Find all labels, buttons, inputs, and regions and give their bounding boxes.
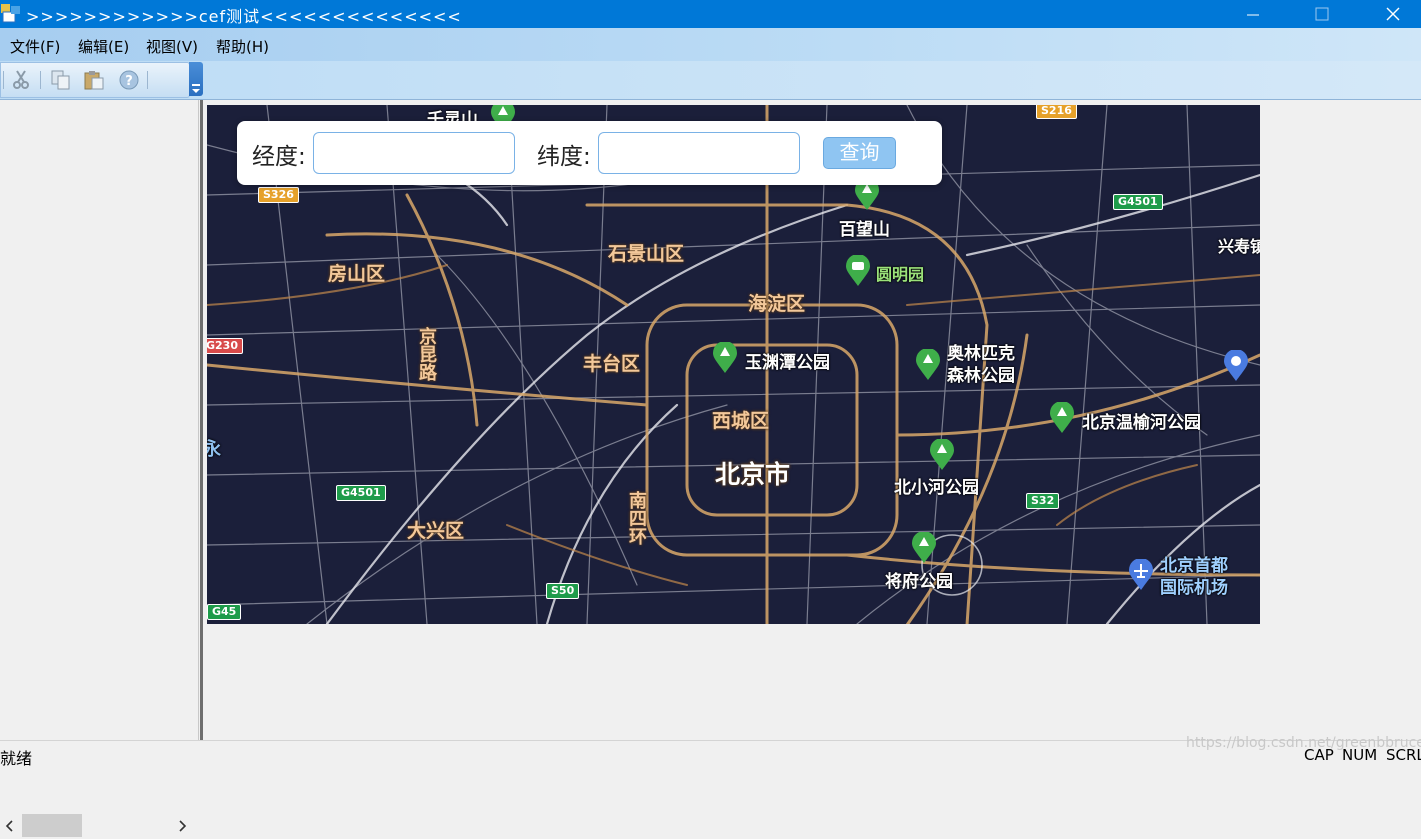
- chevron-right-icon: [179, 819, 187, 832]
- map-view[interactable]: S216 G4501 S326 G230 G4501 S32 S50 G45 房…: [207, 105, 1260, 624]
- park-pin-icon: [713, 342, 737, 373]
- maximize-icon: [1315, 7, 1329, 21]
- left-pane: [0, 100, 199, 839]
- poi-label: 北京首都国际机场: [1160, 556, 1228, 598]
- paste-icon[interactable]: [83, 69, 105, 91]
- road-badge: S326: [258, 187, 299, 203]
- svg-text:?: ?: [125, 74, 133, 89]
- status-text: 就绪: [0, 749, 33, 768]
- park-pin-icon: [1050, 402, 1074, 433]
- poi-label: 北小河公园: [894, 478, 979, 498]
- minimize-button[interactable]: [1230, 0, 1276, 28]
- road-badge: S50: [546, 583, 580, 599]
- road-badge: G4501: [1113, 194, 1163, 210]
- longitude-input[interactable]: [313, 132, 515, 174]
- toolbar-separator: [147, 71, 148, 89]
- road-label: 南四环: [626, 491, 647, 545]
- coordinate-search-panel: 经度: 纬度: 查询: [237, 121, 942, 185]
- scrl-indicator: SCRL: [1386, 746, 1421, 764]
- park-pin-icon: [846, 255, 870, 286]
- poi-label: 圆明园: [876, 265, 925, 284]
- airport-pin-icon: [1129, 559, 1153, 590]
- district-label: 西城区: [712, 410, 770, 432]
- district-label: 石景山区: [608, 243, 685, 265]
- poi-label: 玉渊潭公园: [745, 353, 830, 373]
- scroll-thumb[interactable]: [22, 814, 82, 837]
- road-label: 京昆路: [416, 327, 437, 381]
- toolbar: ?: [0, 62, 190, 98]
- menu-edit[interactable]: 编辑(E): [78, 36, 129, 57]
- scroll-left-button[interactable]: [0, 812, 20, 839]
- toolbar-separator: [3, 71, 4, 89]
- district-label: 大兴区: [407, 520, 465, 542]
- road-badge: S216: [1036, 105, 1077, 119]
- park-pin-icon: [930, 439, 954, 470]
- latitude-label: 纬度:: [537, 144, 591, 170]
- app-icon: [1, 4, 20, 23]
- road-badge: G4501: [336, 485, 386, 501]
- query-button[interactable]: 查询: [823, 137, 896, 169]
- poi-label: 北京温榆河公园: [1082, 413, 1201, 433]
- horizontal-scrollbar[interactable]: [0, 812, 198, 839]
- park-pin-icon: [912, 532, 936, 563]
- district-label: 海淀区: [748, 293, 806, 315]
- window-title: >>>>>>>>>>>>cef测试<<<<<<<<<<<<<<: [26, 7, 462, 26]
- toolbar-row: ?: [0, 61, 1421, 100]
- close-icon: [1386, 7, 1400, 21]
- toolbar-separator: [40, 71, 41, 89]
- title-bar: >>>>>>>>>>>>cef测试<<<<<<<<<<<<<<: [0, 0, 1421, 28]
- menu-help[interactable]: 帮助(H): [216, 36, 269, 57]
- scroll-right-button[interactable]: [172, 812, 192, 839]
- chevron-left-icon: [5, 819, 13, 832]
- poi-label: 将府公园: [885, 572, 953, 592]
- close-button[interactable]: [1370, 0, 1416, 28]
- status-bar: https://blog.csdn.net/greenbbruce 就绪 CAP…: [0, 735, 1421, 768]
- copy-icon[interactable]: [50, 69, 72, 91]
- district-label: 丰台区: [583, 353, 641, 375]
- cut-icon[interactable]: [10, 69, 32, 91]
- location-pin-icon: [1224, 350, 1248, 381]
- longitude-label: 经度:: [252, 144, 306, 170]
- poi-label: 奥林匹克森林公园: [947, 344, 1015, 386]
- splitter[interactable]: [200, 100, 203, 740]
- cap-indicator: CAP: [1304, 746, 1334, 764]
- district-label: 房山区: [328, 263, 386, 285]
- park-pin-icon: [916, 349, 940, 380]
- maximize-button[interactable]: [1299, 0, 1345, 28]
- toolbar-overflow-button[interactable]: [189, 62, 203, 96]
- poi-label: 兴寿镇: [1218, 237, 1260, 256]
- road-badge: S32: [1026, 493, 1060, 509]
- partial-label: 永: [207, 439, 221, 460]
- help-icon[interactable]: ?: [118, 69, 140, 91]
- poi-label: 百望山: [839, 220, 890, 240]
- road-badge: G230: [207, 338, 243, 354]
- menu-file[interactable]: 文件(F): [10, 36, 60, 57]
- menu-view[interactable]: 视图(V): [146, 36, 198, 57]
- city-label: 北京市: [715, 460, 791, 489]
- num-indicator: NUM: [1342, 746, 1378, 764]
- minimize-icon: [1247, 14, 1259, 16]
- latitude-input[interactable]: [598, 132, 800, 174]
- road-badge: G45: [207, 604, 242, 620]
- menu-bar: 文件(F) 编辑(E) 视图(V) 帮助(H): [0, 28, 1421, 61]
- chevron-down-icon: [192, 84, 200, 93]
